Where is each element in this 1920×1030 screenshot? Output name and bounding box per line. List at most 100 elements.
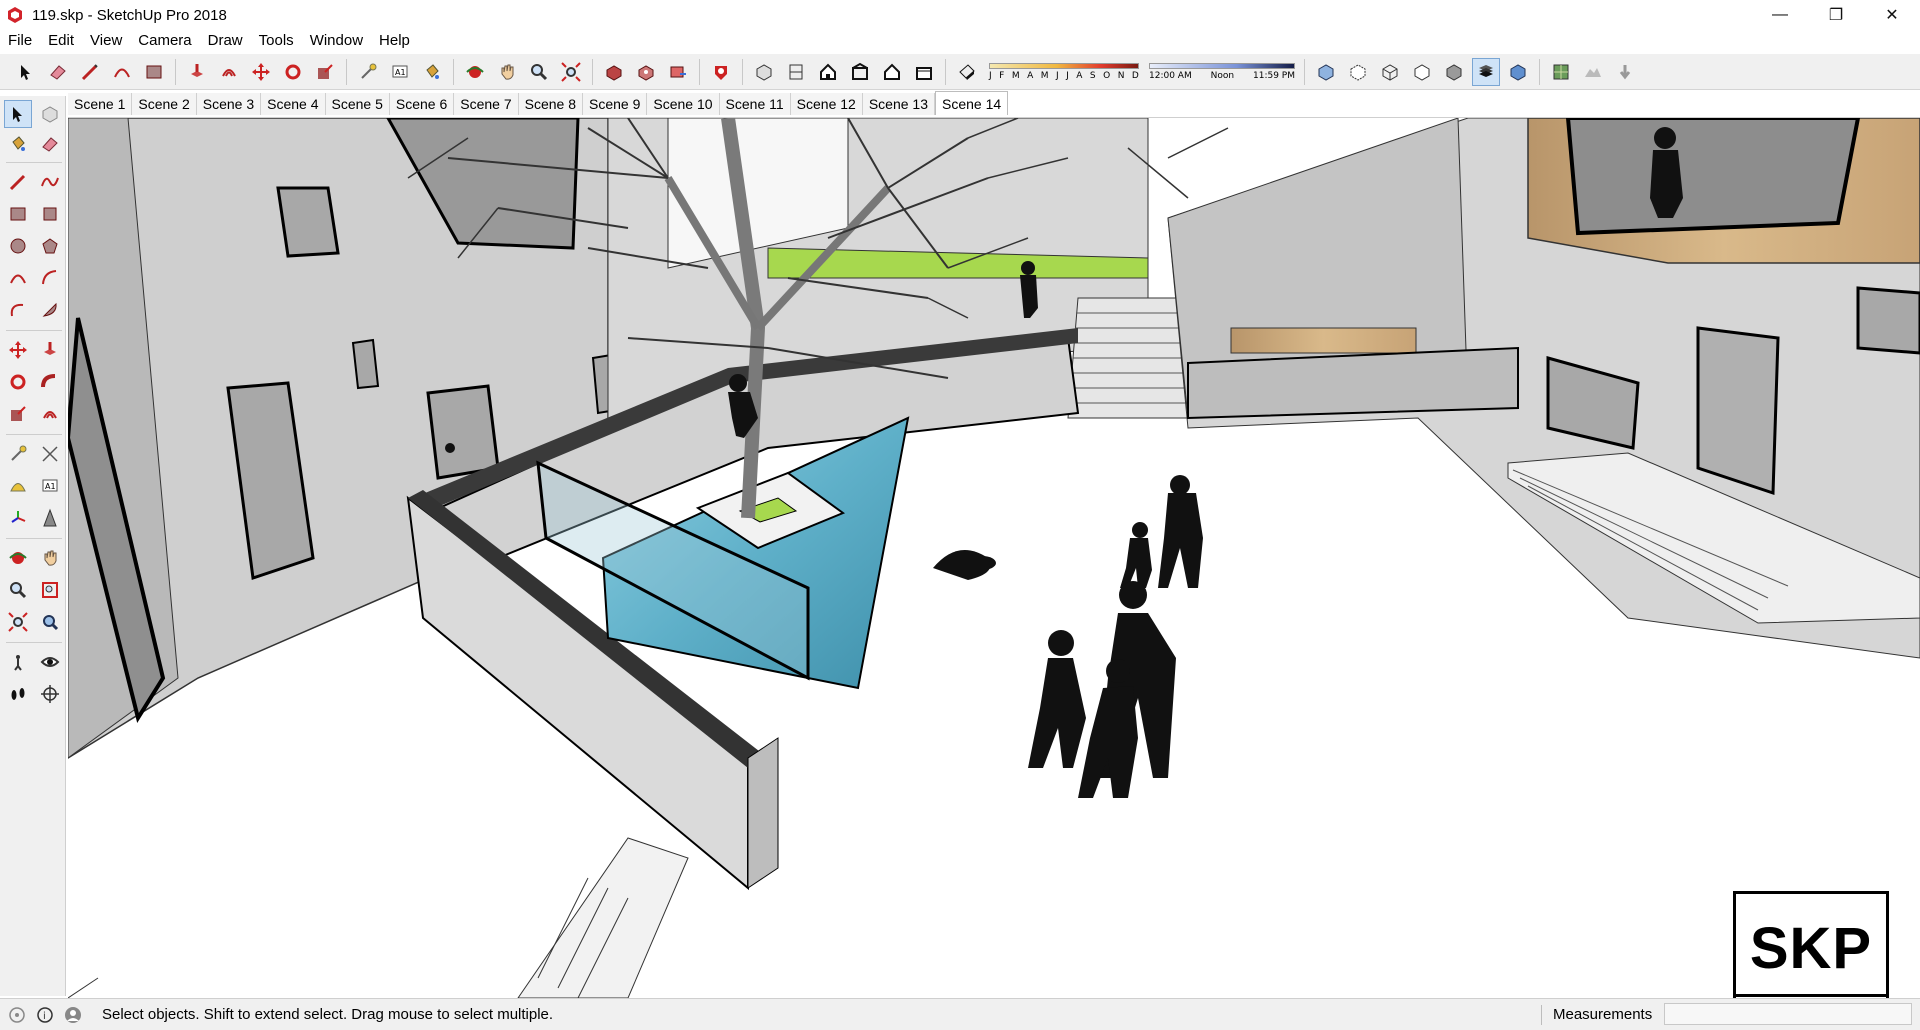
menu-window[interactable]: Window xyxy=(302,30,371,52)
menu-tools[interactable]: Tools xyxy=(251,30,302,52)
shaded-style-icon[interactable] xyxy=(1440,58,1468,86)
pie-tool-icon[interactable] xyxy=(36,296,64,324)
tab-scene-5[interactable]: Scene 5 xyxy=(325,93,390,115)
eraser-tool-icon[interactable] xyxy=(44,58,72,86)
back-view-icon[interactable] xyxy=(878,58,906,86)
zoom-tool-icon[interactable] xyxy=(4,576,32,604)
dimension-tool-icon[interactable] xyxy=(36,440,64,468)
tab-scene-1[interactable]: Scene 1 xyxy=(68,93,133,115)
select-tool-icon[interactable] xyxy=(4,100,32,128)
zoom-extents-icon[interactable] xyxy=(557,58,585,86)
back-edges-style-icon[interactable] xyxy=(1344,58,1372,86)
photo-textures-icon[interactable] xyxy=(1611,58,1639,86)
tab-scene-14[interactable]: Scene 14 xyxy=(935,91,1009,115)
paint-bucket-tool-icon[interactable] xyxy=(418,58,446,86)
wireframe-style-icon[interactable] xyxy=(1376,58,1404,86)
toggle-terrain-icon[interactable] xyxy=(1579,58,1607,86)
model-viewport[interactable]: SKP xyxy=(68,117,1920,998)
measurements-input[interactable] xyxy=(1664,1003,1912,1025)
text-tool-icon[interactable]: A1 xyxy=(386,58,414,86)
menu-edit[interactable]: Edit xyxy=(40,30,82,52)
tab-scene-8[interactable]: Scene 8 xyxy=(518,93,583,115)
left-view-icon[interactable] xyxy=(910,58,938,86)
close-button[interactable]: ✕ xyxy=(1864,0,1920,30)
tab-scene-4[interactable]: Scene 4 xyxy=(261,93,326,115)
shaded-textures-style-icon[interactable] xyxy=(1472,57,1500,86)
shadow-time-bar[interactable] xyxy=(1149,62,1295,69)
zoom-tool-icon[interactable] xyxy=(525,58,553,86)
scale-tool-icon[interactable] xyxy=(4,400,32,428)
zoom-extents-icon[interactable] xyxy=(4,608,32,636)
tab-scene-6[interactable]: Scene 6 xyxy=(389,93,455,115)
push-pull-tool-icon[interactable] xyxy=(183,58,211,86)
3d-warehouse-icon[interactable] xyxy=(600,58,628,86)
tab-scene-11[interactable]: Scene 11 xyxy=(719,93,791,115)
3d-text-tool-icon[interactable] xyxy=(36,504,64,532)
right-view-icon[interactable] xyxy=(846,58,874,86)
pan-tool-icon[interactable] xyxy=(36,544,64,572)
three-point-arc-tool-icon[interactable] xyxy=(4,296,32,324)
iso-view-icon[interactable] xyxy=(750,58,778,86)
top-view-icon[interactable] xyxy=(782,58,810,86)
shadow-time-slider[interactable]: 12:00 AM Noon 11:59 PM xyxy=(1149,62,1295,81)
xray-style-icon[interactable] xyxy=(1312,58,1340,86)
tab-scene-3[interactable]: Scene 3 xyxy=(196,93,262,115)
offset-tool-icon[interactable] xyxy=(215,58,243,86)
rotate-tool-icon[interactable] xyxy=(4,368,32,396)
arc-tool-icon[interactable] xyxy=(4,264,32,292)
tab-scene-10[interactable]: Scene 10 xyxy=(647,93,720,115)
tape-measure-tool-icon[interactable] xyxy=(4,440,32,468)
extension-manager-icon[interactable] xyxy=(707,58,735,86)
zoom-window-icon[interactable] xyxy=(36,576,64,604)
menu-draw[interactable]: Draw xyxy=(200,30,251,52)
menu-view[interactable]: View xyxy=(82,30,130,52)
geolocation-icon[interactable] xyxy=(6,1004,28,1026)
credits-info-icon[interactable]: i xyxy=(34,1004,56,1026)
user-account-icon[interactable] xyxy=(62,1004,84,1026)
tab-scene-13[interactable]: Scene 13 xyxy=(862,93,936,115)
circle-tool-icon[interactable] xyxy=(4,232,32,260)
extension-warehouse-icon[interactable] xyxy=(664,58,692,86)
offset-tool-icon[interactable] xyxy=(36,400,64,428)
shadow-date-bar[interactable] xyxy=(989,62,1139,69)
tab-scene-12[interactable]: Scene 12 xyxy=(790,93,863,115)
line-tool-icon[interactable] xyxy=(76,58,104,86)
hidden-line-style-icon[interactable] xyxy=(1408,58,1436,86)
polygon-tool-icon[interactable] xyxy=(36,232,64,260)
tab-scene-9[interactable]: Scene 9 xyxy=(583,93,648,115)
menu-help[interactable]: Help xyxy=(371,30,418,52)
position-camera-icon[interactable] xyxy=(4,648,32,676)
shadows-toggle-icon[interactable] xyxy=(953,58,981,86)
monochrome-style-icon[interactable] xyxy=(1504,58,1532,86)
add-location-icon[interactable] xyxy=(1547,58,1575,86)
freehand-tool-icon[interactable] xyxy=(36,168,64,196)
tab-scene-2[interactable]: Scene 2 xyxy=(132,93,197,115)
menu-camera[interactable]: Camera xyxy=(130,30,199,52)
follow-me-tool-icon[interactable] xyxy=(36,368,64,396)
pan-tool-icon[interactable] xyxy=(493,58,521,86)
eraser-tool-icon[interactable] xyxy=(36,130,64,158)
push-pull-tool-icon[interactable] xyxy=(36,336,64,364)
move-tool-icon[interactable] xyxy=(4,336,32,364)
tape-measure-tool-icon[interactable] xyxy=(354,58,382,86)
paint-bucket-tool-icon[interactable] xyxy=(4,130,32,158)
maximize-button[interactable]: ❐ xyxy=(1808,0,1864,30)
protractor-tool-icon[interactable] xyxy=(4,472,32,500)
text-tool-icon[interactable]: A1 xyxy=(36,472,64,500)
orbit-tool-icon[interactable] xyxy=(461,58,489,86)
shadow-date-slider[interactable]: J F M A M J J A S O N D xyxy=(989,62,1139,81)
rotated-rectangle-tool-icon[interactable] xyxy=(36,200,64,228)
front-view-icon[interactable] xyxy=(814,58,842,86)
rectangle-tool-icon[interactable] xyxy=(4,200,32,228)
look-around-eye-icon[interactable] xyxy=(36,648,64,676)
arc-tool-icon[interactable] xyxy=(108,58,136,86)
select-tool-icon[interactable] xyxy=(12,58,40,86)
line-tool-icon[interactable] xyxy=(4,168,32,196)
courtyard-model-render[interactable] xyxy=(68,118,1920,998)
orbit-tool-icon[interactable] xyxy=(4,544,32,572)
previous-view-icon[interactable] xyxy=(36,608,64,636)
rotate-tool-icon[interactable] xyxy=(279,58,307,86)
menu-file[interactable]: File xyxy=(0,30,40,52)
rectangle-tool-icon[interactable] xyxy=(140,58,168,86)
walk-footprints-icon[interactable] xyxy=(4,680,32,708)
